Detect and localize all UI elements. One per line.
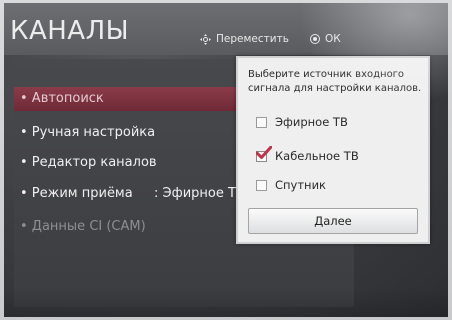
move-hint: Переместить (200, 33, 289, 45)
checkmark-icon (256, 145, 272, 159)
option-cable[interactable]: Кабельное ТВ (256, 145, 359, 163)
menu-item-manual-tuning[interactable]: • Ручная настройка (20, 125, 155, 140)
next-button[interactable]: Далее (248, 208, 418, 234)
option-antenna[interactable]: Эфирное ТВ (256, 115, 348, 129)
dialog-message: Выберите источник входного сигнала для н… (248, 69, 422, 94)
signal-source-dialog: Выберите источник входного сигнала для н… (236, 56, 430, 244)
option-satellite-label: Спутник (275, 178, 326, 192)
cable-checkbox[interactable] (256, 145, 272, 162)
antenna-checkbox[interactable] (256, 116, 267, 128)
menu-item-reception-mode[interactable]: • Режим приёма (20, 186, 133, 201)
option-antenna-label: Эфирное ТВ (275, 115, 348, 129)
menu-item-ci-data: • Данные CI (CAM) (20, 219, 146, 234)
tv-screen: КАНАЛЫ Переместить ОК • Автопоиск • Ручн… (4, 3, 448, 317)
ok-hint: ОК (310, 33, 341, 45)
option-cable-label: Кабельное ТВ (275, 149, 359, 163)
satellite-checkbox[interactable] (256, 179, 267, 191)
ok-hint-label: ОК (325, 33, 341, 45)
dpad-icon (200, 33, 211, 45)
reception-mode-value: : Эфирное ТВ (154, 186, 245, 201)
menu-item-channel-editor[interactable]: • Редактор каналов (20, 155, 157, 170)
bottom-shade (4, 287, 448, 317)
option-satellite[interactable]: Спутник (256, 178, 326, 192)
page-title: КАНАЛЫ (10, 16, 130, 46)
move-hint-label: Переместить (216, 33, 289, 45)
header-bar: КАНАЛЫ Переместить ОК (4, 3, 448, 55)
ok-button-icon (310, 34, 320, 44)
